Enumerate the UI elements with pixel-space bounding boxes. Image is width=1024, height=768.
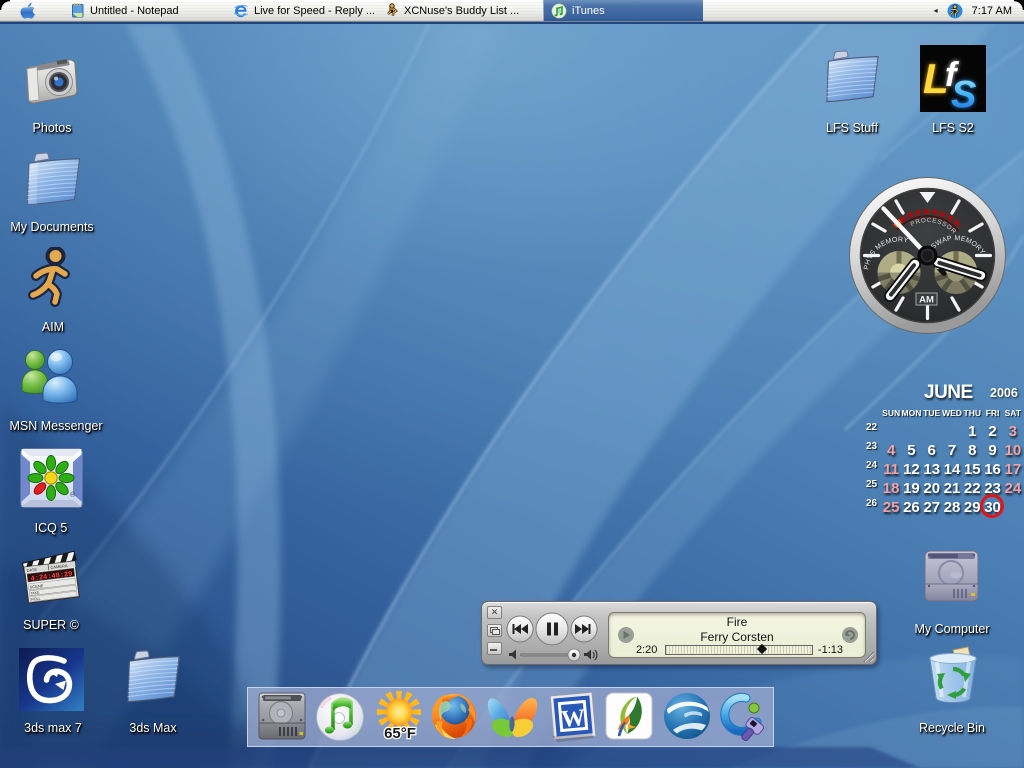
svg-text:®: ®: [70, 491, 76, 499]
svg-text:S: S: [951, 74, 976, 112]
svg-text:W: W: [560, 705, 586, 733]
svg-text:65°F: 65°F: [384, 725, 416, 742]
svg-text:AM: AM: [919, 295, 934, 306]
